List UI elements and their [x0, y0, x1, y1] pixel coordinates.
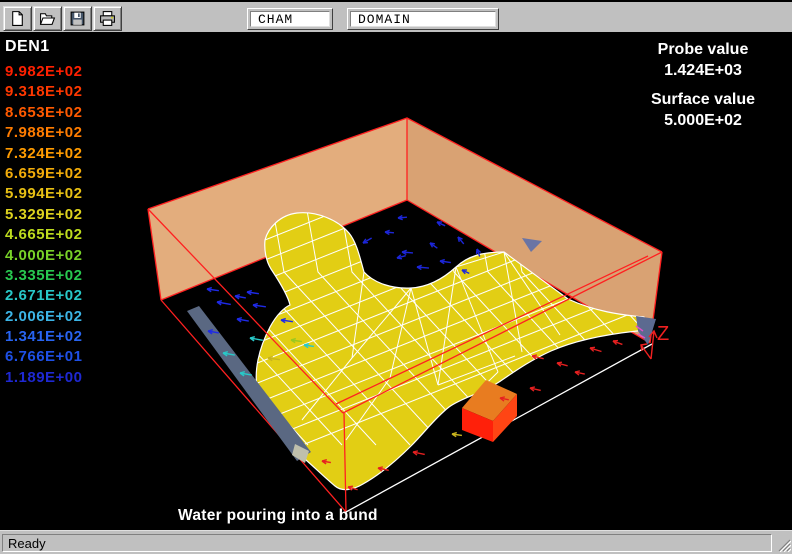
legend-entry: 4.000E+02 [5, 247, 83, 267]
legend-entry: 6.659E+02 [5, 165, 83, 185]
legend-entry: 1.341E+02 [5, 328, 83, 348]
legend-entry: 5.329E+02 [5, 206, 83, 226]
status-bar: Ready [0, 530, 792, 554]
legend-entry: 3.335E+02 [5, 267, 83, 287]
legend-entry: 9.318E+02 [5, 83, 83, 103]
cham-field[interactable]: CHAM [247, 8, 333, 30]
open-button[interactable] [33, 6, 62, 31]
resize-grip[interactable] [778, 539, 791, 552]
legend-entry: 6.766E+01 [5, 348, 83, 368]
toolbar: CHAM DOMAIN [0, 0, 792, 32]
z-axis-label: Z [657, 323, 669, 345]
save-button[interactable] [63, 6, 92, 31]
cham-field-value[interactable]: CHAM [250, 11, 330, 27]
legend-entry: 1.189E+00 [5, 369, 83, 389]
legend: DEN1 9.982E+029.318E+028.653E+027.988E+0… [5, 38, 83, 389]
status-text: Ready [2, 534, 772, 552]
surface-value-label: Surface value [618, 89, 788, 110]
save-icon [69, 10, 86, 27]
legend-rows: 9.982E+029.318E+028.653E+027.988E+027.32… [5, 63, 83, 389]
application-window: { "toolbar": { "buttons": [ {"name": "ne… [0, 0, 792, 554]
legend-entry: 2.006E+02 [5, 308, 83, 328]
scene-caption: Water pouring into a bund [178, 507, 378, 525]
legend-entry: 8.653E+02 [5, 104, 83, 124]
surface-value: 5.000E+02 [618, 110, 788, 131]
new-document-icon [9, 10, 26, 27]
domain-field[interactable]: DOMAIN [347, 8, 499, 30]
legend-entry: 9.982E+02 [5, 63, 83, 83]
readouts-gap [618, 81, 788, 89]
probe-value-label: Probe value [618, 39, 788, 60]
domain-field-value[interactable]: DOMAIN [350, 11, 496, 27]
print-icon [99, 10, 116, 27]
legend-entry: 7.988E+02 [5, 124, 83, 144]
print-button[interactable] [93, 6, 122, 31]
readouts: Probe value 1.424E+03 Surface value 5.00… [618, 39, 788, 131]
legend-entry: 5.994E+02 [5, 185, 83, 205]
graphics-viewport[interactable]: Z DEN1 9.982E+029.318E+028.653E+027.988E… [0, 32, 792, 530]
legend-title: DEN1 [5, 38, 83, 56]
legend-entry: 7.324E+02 [5, 145, 83, 165]
probe-value: 1.424E+03 [618, 60, 788, 81]
open-folder-icon [39, 10, 56, 27]
legend-entry: 2.671E+02 [5, 287, 83, 307]
new-button[interactable] [3, 6, 32, 31]
legend-entry: 4.665E+02 [5, 226, 83, 246]
